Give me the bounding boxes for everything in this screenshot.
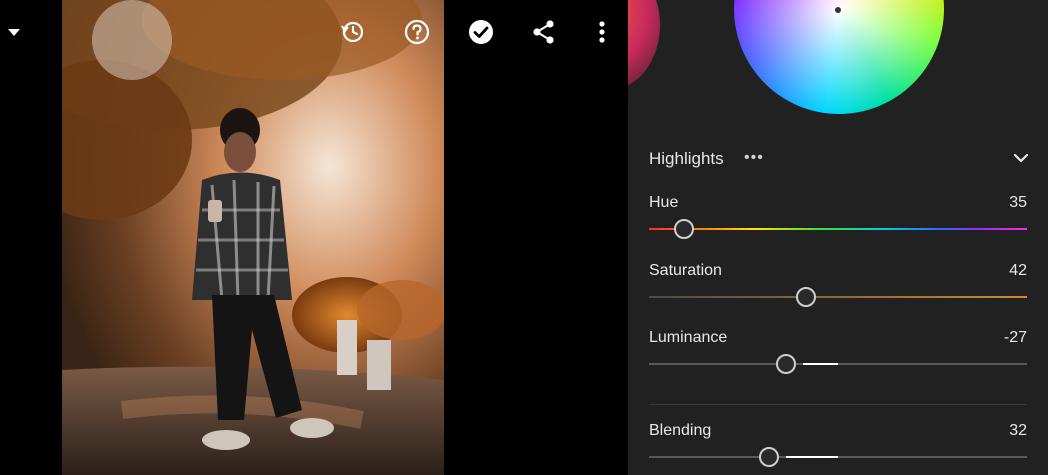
more-vertical-icon[interactable]	[588, 18, 616, 46]
saturation-slider-track[interactable]	[649, 296, 1027, 298]
luminance-label: Luminance	[649, 329, 728, 346]
luminance-slider-thumb[interactable]	[776, 354, 796, 374]
saturation-label: Saturation	[649, 262, 722, 279]
saturation-value: 42	[1009, 262, 1027, 279]
section-more-button[interactable]: •••	[744, 149, 764, 167]
photo-preview[interactable]	[62, 0, 444, 475]
luminance-value: -27	[1003, 329, 1027, 346]
saturation-slider-thumb[interactable]	[796, 287, 816, 307]
hue-slider-track[interactable]	[649, 228, 1027, 230]
dropdown-arrow-icon[interactable]	[6, 26, 22, 38]
luminance-slider-track[interactable]	[649, 363, 1027, 365]
blending-slider-track[interactable]	[649, 456, 1027, 458]
section-title: Highlights	[649, 149, 724, 168]
highlights-color-wheel[interactable]	[734, 0, 944, 114]
editor-screen: Highlights ••• Hue 35 Saturation 42 Lumi…	[0, 0, 1048, 475]
blending-label: Blending	[649, 422, 712, 439]
chevron-down-icon[interactable]	[1013, 150, 1029, 166]
color-wheel-handle[interactable]	[835, 7, 841, 13]
shadows-color-wheel[interactable]	[628, 0, 660, 90]
history-icon[interactable]	[339, 18, 367, 46]
help-icon[interactable]	[403, 18, 431, 46]
hue-slider-thumb[interactable]	[674, 219, 694, 239]
blending-slider-thumb[interactable]	[759, 447, 779, 467]
luminance-slider-fill	[803, 363, 838, 365]
share-icon[interactable]	[530, 18, 558, 46]
color-grading-panel: Highlights ••• Hue 35 Saturation 42 Lumi…	[628, 0, 1048, 475]
done-icon[interactable]	[467, 18, 495, 46]
blending-slider-fill	[786, 456, 838, 458]
photo-area	[0, 0, 628, 475]
hue-label: Hue	[649, 194, 679, 211]
blending-value: 32	[1009, 422, 1027, 439]
section-divider	[649, 404, 1027, 405]
hue-value: 35	[1009, 194, 1027, 211]
